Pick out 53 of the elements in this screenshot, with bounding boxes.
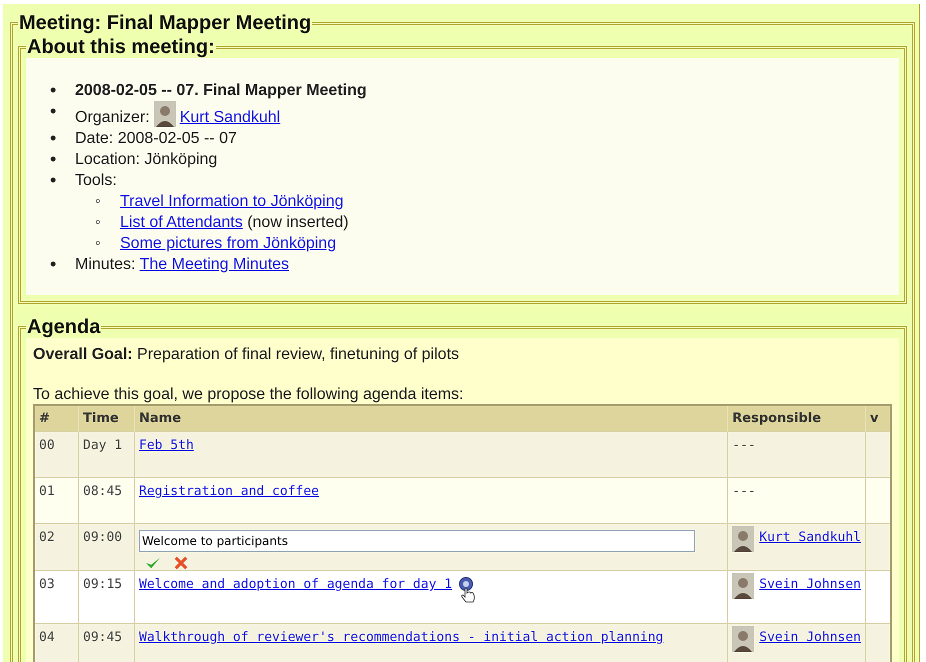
table-cell: 09:15 xyxy=(78,570,134,624)
column-header: v xyxy=(866,405,891,432)
table-cell: 03 xyxy=(34,570,78,624)
help-icon[interactable] xyxy=(458,577,476,603)
tool-link[interactable]: Some pictures from Jönköping xyxy=(120,235,336,252)
person-avatar-icon xyxy=(154,101,176,127)
tool-link[interactable]: List of Attendants xyxy=(120,214,243,231)
table-cell: 08:45 xyxy=(78,478,134,524)
close-icon[interactable] xyxy=(173,556,189,570)
note-text: (now inserted) xyxy=(247,214,349,231)
table-cell: 02 xyxy=(34,524,78,570)
person-avatar-icon xyxy=(732,573,754,599)
intro-text: To achieve this goal, we propose the following agenda items: xyxy=(33,386,464,404)
agenda-item-link[interactable]: Registration and coffee xyxy=(139,484,320,499)
meeting-heading: 2008-02-05 -- 07. Final Mapper Meeting xyxy=(75,82,367,99)
list-bullet: ◦ xyxy=(95,234,102,254)
agenda-item-link[interactable]: Feb 5th xyxy=(139,438,194,453)
empty-text: --- xyxy=(732,484,756,499)
minutes-label: Minutes: xyxy=(75,256,136,273)
column-header: Time xyxy=(78,405,134,432)
list-bullet: • xyxy=(50,80,58,101)
column-header: Name xyxy=(134,405,728,432)
minutes-link[interactable]: The Meeting Minutes xyxy=(140,256,290,273)
list-bullet: • xyxy=(50,149,58,170)
meeting-title: Meeting: Final Mapper Meeting xyxy=(18,12,312,34)
table-cell: 09:00 xyxy=(78,524,134,570)
column-header: Responsible xyxy=(728,405,866,432)
list-bullet: • xyxy=(50,170,58,192)
list-bullet: • xyxy=(50,128,58,149)
empty-text: --- xyxy=(732,438,756,453)
list-bullet: • xyxy=(50,254,58,275)
list-bullet: • xyxy=(50,101,58,123)
organizer-link[interactable]: Kurt Sandkuhl xyxy=(180,109,280,126)
table-cell: 09:45 xyxy=(78,624,134,662)
name-input-field[interactable]: Welcome to participants xyxy=(139,530,695,552)
list-bullet: ◦ xyxy=(95,192,102,212)
tool-link[interactable]: Travel Information to Jönköping xyxy=(120,193,344,210)
list-bullet: ◦ xyxy=(95,213,102,233)
person-avatar-icon xyxy=(732,626,754,652)
table-cell: Day 1 xyxy=(78,432,134,478)
person-avatar-icon xyxy=(732,526,754,552)
organizer-label: Organizer: xyxy=(75,109,150,126)
table-cell: 00 xyxy=(34,432,78,478)
column-header: # xyxy=(34,405,78,432)
tools-label: Tools: xyxy=(75,172,117,189)
section-heading: About this meeting: xyxy=(26,36,216,58)
info-text: Date: 2008-02-05 -- 07 xyxy=(75,130,237,147)
goal-text: Overall Goal: Preparation of final review, finetuning of pilots xyxy=(33,346,460,364)
section-heading: Agenda xyxy=(26,316,102,338)
agenda-item-link[interactable]: Welcome and adoption of agenda for day 1 xyxy=(139,577,452,592)
info-text: Location: Jönköping xyxy=(75,151,218,168)
table-cell: 04 xyxy=(34,624,78,662)
table-cell: 01 xyxy=(34,478,78,524)
